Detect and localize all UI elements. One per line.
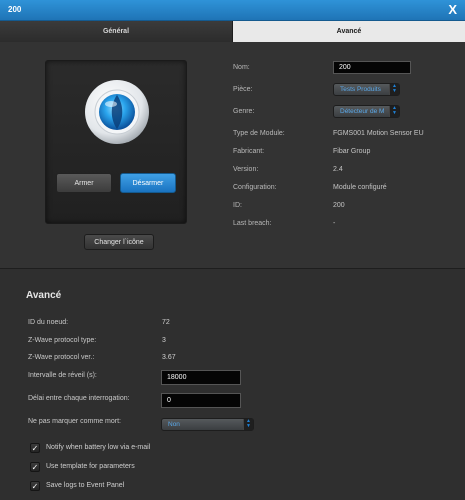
device-icon-box: Armer Désarmer <box>45 60 187 224</box>
node-id-label: ID du noeud: <box>28 319 69 326</box>
zwave-type-label: Z-Wave protocol type: <box>28 337 97 344</box>
id-value: 200 <box>333 202 345 209</box>
zwave-version-label: Z-Wave protocol ver.: <box>28 354 95 361</box>
module-type-value: FGMS001 Motion Sensor EU <box>333 130 424 137</box>
checkbox-label: Use template for parameters <box>46 463 135 470</box>
poll-delay-input[interactable]: 0 <box>161 393 241 408</box>
genre-label: Genre: <box>233 108 255 115</box>
wakeup-interval-label: Intervalle de réveil (s): <box>28 372 97 379</box>
motion-sensor-icon <box>85 80 149 144</box>
disarm-button[interactable]: Désarmer <box>120 173 176 193</box>
node-id-value: 72 <box>162 319 170 326</box>
genre-select[interactable]: Détecteur de M ▲ ▼ <box>333 105 400 118</box>
wakeup-interval-input[interactable]: 18000 <box>161 370 241 385</box>
manufacturer-value: Fibar Group <box>333 148 371 155</box>
id-label: ID: <box>233 202 242 209</box>
last-breach-label: Last breach: <box>233 220 272 227</box>
tab-bar: Général Avancé <box>0 21 465 42</box>
room-select-value: Tests Produits <box>340 86 381 93</box>
zwave-type-value: 3 <box>162 337 166 344</box>
checkmark-icon[interactable]: ✓ <box>30 462 40 472</box>
updown-arrows-icon: ▲ ▼ <box>389 106 399 117</box>
window-title: 200 <box>8 5 22 14</box>
dead-mark-select[interactable]: Non ▲ ▼ <box>161 418 254 431</box>
manufacturer-label: Fabricant: <box>233 148 265 155</box>
zwave-version-value: 3.67 <box>162 354 176 361</box>
poll-delay-label: Délai entre chaque interrogation: <box>28 395 130 402</box>
advanced-section-title: Avancé <box>26 290 62 301</box>
change-icon-button[interactable]: Changer l`icône <box>84 234 154 250</box>
checkbox-label: Notify when battery low via e-mail <box>46 444 151 451</box>
room-select[interactable]: Tests Produits ▲ ▼ <box>333 83 400 96</box>
checkbox-label: Save logs to Event Panel <box>46 482 125 489</box>
tab-avance[interactable]: Avancé <box>233 21 465 42</box>
name-input[interactable]: 200 <box>333 61 411 74</box>
tab-general[interactable]: Général <box>0 21 233 42</box>
configuration-value: Module configuré <box>333 184 387 191</box>
configuration-label: Configuration: <box>233 184 277 191</box>
dead-mark-label: Ne pas marquer comme mort: <box>28 418 121 425</box>
dead-mark-select-value: Non <box>168 421 180 428</box>
name-label: Nom: <box>233 64 250 71</box>
module-type-label: Type de Module: <box>233 130 285 137</box>
checkmark-icon[interactable]: ✓ <box>30 481 40 491</box>
room-label: Pièce: <box>233 86 253 93</box>
updown-arrows-icon: ▲ ▼ <box>389 84 399 95</box>
genre-select-value: Détecteur de M <box>340 108 385 115</box>
updown-arrows-icon: ▲ ▼ <box>243 419 253 430</box>
version-label: Version: <box>233 166 259 173</box>
checkmark-icon[interactable]: ✓ <box>30 443 40 453</box>
close-icon[interactable]: X <box>448 2 457 17</box>
title-bar: 200 X <box>0 0 465 21</box>
version-value: 2.4 <box>333 166 343 173</box>
arm-button[interactable]: Armer <box>56 173 112 193</box>
last-breach-value: - <box>333 220 336 227</box>
